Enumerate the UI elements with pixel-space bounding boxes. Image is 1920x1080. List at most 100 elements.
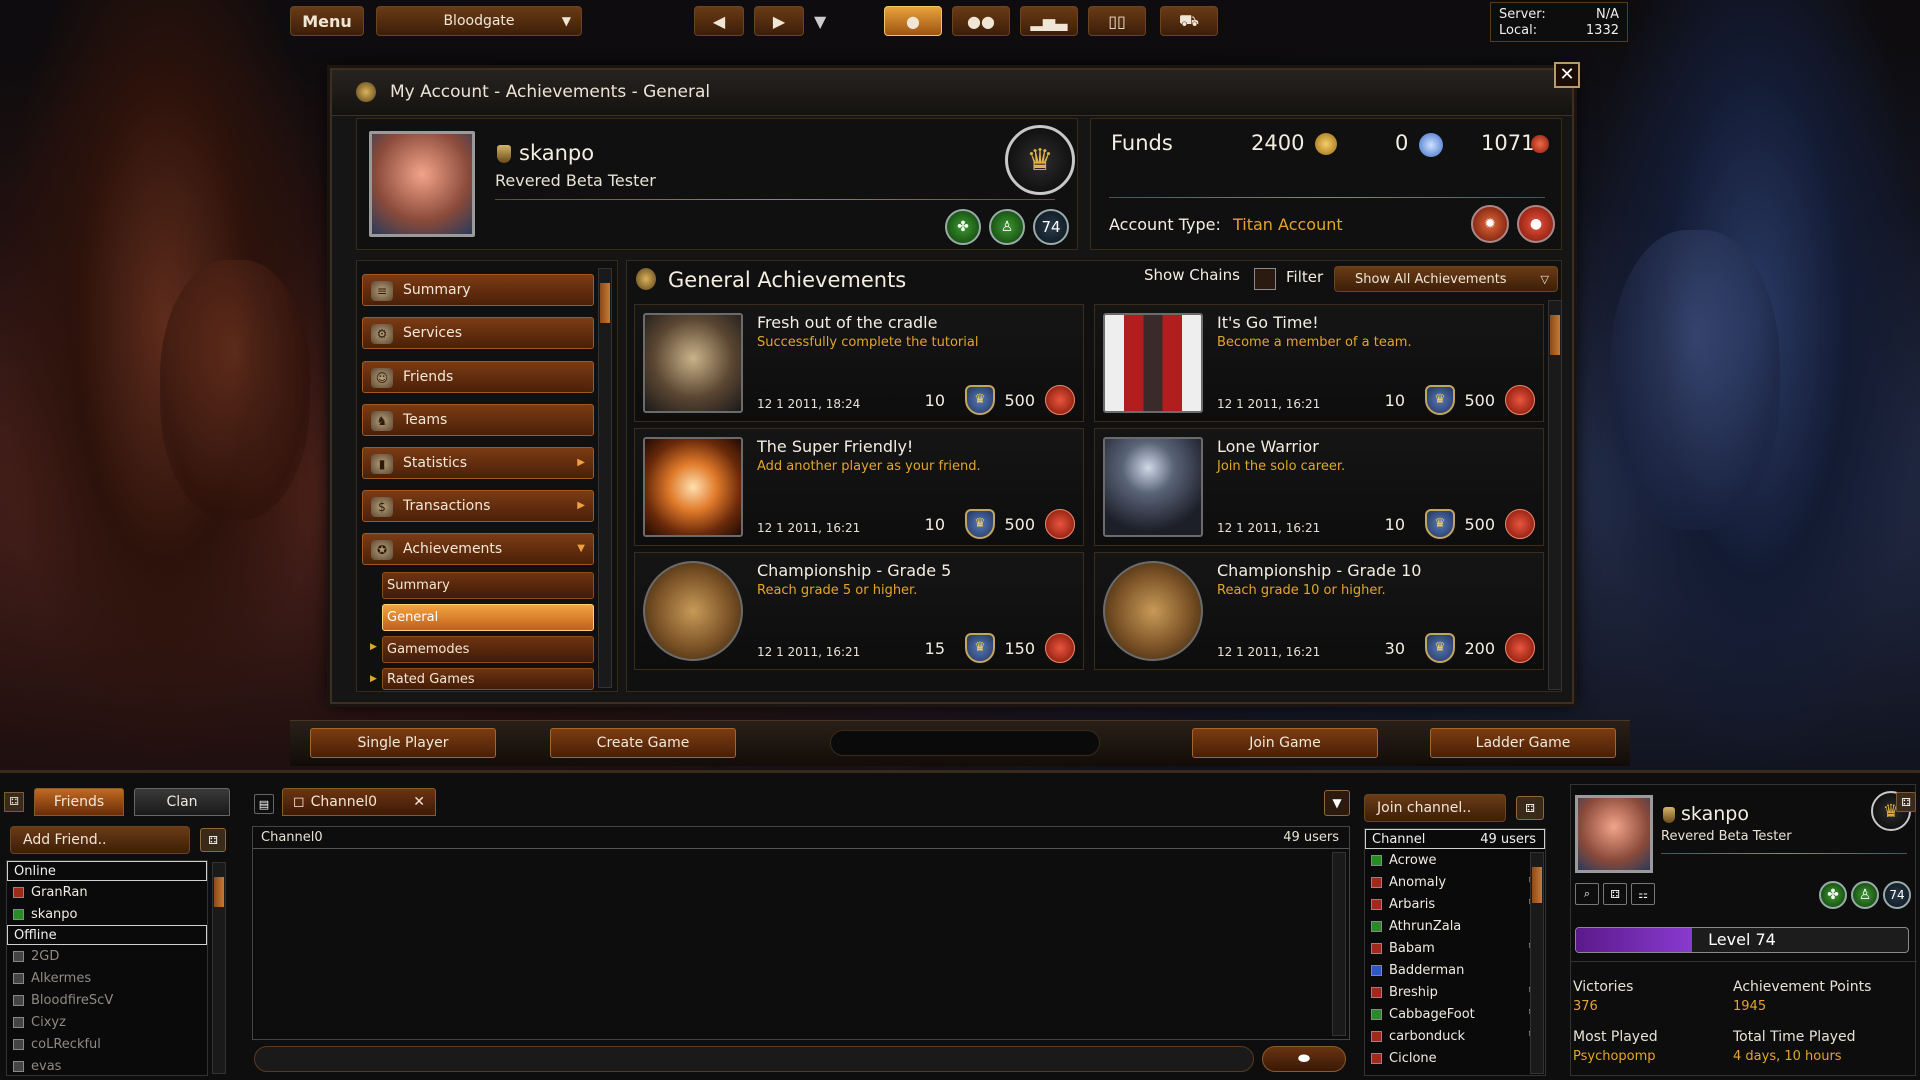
back-button[interactable]: ◀ [694, 6, 744, 36]
status-offline-icon [13, 995, 24, 1006]
chevron-down-icon: ▼ [561, 14, 571, 28]
shop-button[interactable]: ⛟ [1160, 6, 1218, 36]
achievements-scrollbar[interactable] [1548, 300, 1562, 690]
friends-scroll-thumb[interactable] [214, 877, 224, 907]
achievement-reward: 500 [1464, 515, 1495, 534]
achievement-card[interactable]: It's Go Time! Become a member of a team.… [1094, 304, 1544, 422]
send-chat-button[interactable]: ⬬ [1262, 1046, 1346, 1072]
tab-clan[interactable]: Clan [134, 788, 230, 816]
list-item[interactable]: CabbageFoot⛉ [1365, 1003, 1545, 1025]
friend-name: coLReckful [31, 1036, 101, 1052]
nav-sub-gamemodes[interactable]: Gamemodes [382, 636, 594, 663]
speech-bubble-icon: ⬬ [1298, 1051, 1310, 1067]
profile-options-icon[interactable]: ⚃ [1603, 883, 1627, 905]
list-item[interactable]: Anomaly⛉ [1365, 871, 1545, 893]
friends-scrollbar[interactable] [212, 862, 226, 1074]
friend-name: 2GD [31, 948, 60, 964]
nav-sub-general[interactable]: General [382, 604, 594, 631]
achievements-scroll-thumb[interactable] [1550, 315, 1560, 355]
nav-teams[interactable]: ♞ Teams [362, 404, 594, 436]
right-demon-statue [1610, 230, 1780, 530]
channel-settings-icon[interactable]: ⚃ [1516, 796, 1544, 820]
ladder-button[interactable]: ▂▅▃ [1020, 6, 1078, 36]
search-icon[interactable]: ⌕ [1575, 883, 1599, 905]
list-item[interactable]: coLReckful [7, 1033, 207, 1055]
show-chains-checkbox[interactable] [1254, 268, 1276, 290]
clover-icon[interactable]: ✤ [1819, 881, 1847, 909]
tab-channel0[interactable]: ◻ Channel0 ✕ [282, 788, 436, 816]
nav-friends[interactable]: ☺ Friends [362, 361, 594, 393]
list-item[interactable]: BloodfireScV [7, 989, 207, 1011]
nav-statistics[interactable]: ▮ Statistics ▶ [362, 447, 594, 479]
chat-scrollbar[interactable] [1332, 852, 1346, 1036]
list-item[interactable]: Cixyz [7, 1011, 207, 1033]
grid-icon[interactable]: ⚏ [1631, 883, 1655, 905]
nav-label: Summary [403, 282, 471, 298]
nav-achievements[interactable]: ✪ Achievements ▼ [362, 533, 594, 565]
nav-scroll-thumb[interactable] [600, 283, 610, 323]
community-button[interactable]: ●● [952, 6, 1010, 36]
guide-button[interactable]: ▯▯ [1088, 6, 1146, 36]
list-item[interactable]: Acrowe [1365, 849, 1545, 871]
list-item[interactable]: AthrunZala [1365, 915, 1545, 937]
nav-label: Teams [403, 412, 448, 428]
create-game-button[interactable]: Create Game [550, 728, 736, 758]
chat-input[interactable] [254, 1046, 1254, 1072]
forward-button[interactable]: ▶ [754, 6, 804, 36]
close-window-button[interactable]: ✕ [1554, 62, 1580, 88]
tab-friends[interactable]: Friends [34, 788, 124, 816]
player-card-options-icon[interactable]: ⚃ [1896, 792, 1916, 812]
realm-dropdown[interactable]: Bloodgate ▼ [376, 6, 582, 36]
nav-scrollbar[interactable] [598, 268, 612, 688]
add-friend-button[interactable]: Add Friend.. [10, 826, 190, 854]
trophy-icon[interactable]: ♛ [1005, 125, 1075, 195]
clover-icon[interactable]: ✤ [945, 209, 981, 245]
list-item[interactable]: 2GD [7, 945, 207, 967]
list-item[interactable]: GranRan [7, 881, 207, 903]
account-button[interactable]: ● [884, 6, 942, 36]
achievement-card[interactable]: Championship - Grade 10 Reach grade 10 o… [1094, 552, 1544, 670]
ladder-game-button[interactable]: Ladder Game [1430, 728, 1616, 758]
list-item[interactable]: Ciclone [1365, 1047, 1545, 1069]
join-channel-button[interactable]: Join channel.. [1364, 794, 1506, 822]
list-item[interactable]: carbonduck⛉ [1365, 1025, 1545, 1047]
buy-tokens-icon[interactable]: ● [1517, 205, 1555, 243]
friends-options-icon[interactable]: ⚃ [4, 792, 24, 812]
level-badge[interactable]: 74 [1883, 881, 1911, 909]
list-item[interactable]: Breship⛉ [1365, 981, 1545, 1003]
achievement-card[interactable]: Lone Warrior Join the solo career. 12 1 … [1094, 428, 1544, 546]
avatar[interactable] [369, 131, 475, 237]
friend-name: Alkermes [31, 970, 92, 986]
filter-dropdown[interactable]: Show All Achievements ▽ [1334, 266, 1558, 292]
achievement-card[interactable]: Championship - Grade 5 Reach grade 5 or … [634, 552, 1084, 670]
list-item[interactable]: evas [7, 1055, 207, 1077]
buy-coins-icon[interactable]: ✹ [1471, 205, 1509, 243]
close-icon[interactable]: ✕ [413, 794, 425, 810]
list-item[interactable]: Arbaris⛉ [1365, 893, 1545, 915]
menu-button[interactable]: Menu [290, 6, 364, 36]
nav-summary[interactable]: ≡ Summary [362, 274, 594, 306]
nav-transactions[interactable]: $ Transactions ▶ [362, 490, 594, 522]
chat-dropdown-icon[interactable]: ▼ [1324, 790, 1350, 816]
list-item[interactable]: Alkermes [7, 967, 207, 989]
history-dropdown-icon[interactable]: ▼ [814, 12, 826, 31]
chat-list-icon[interactable]: ▤ [254, 794, 274, 814]
nav-services[interactable]: ⚙ Services [362, 317, 594, 349]
single-player-button[interactable]: Single Player [310, 728, 496, 758]
channel-scroll-thumb[interactable] [1532, 867, 1542, 903]
level-badge[interactable]: 74 [1033, 209, 1069, 245]
person-icon[interactable]: ♙ [989, 209, 1025, 245]
avatar[interactable] [1575, 795, 1653, 873]
channel-scrollbar[interactable] [1530, 852, 1544, 1074]
friend-settings-icon[interactable]: ⚃ [200, 828, 226, 852]
nav-sub-summary[interactable]: Summary [382, 572, 594, 599]
list-item[interactable]: Babam⛉ [1365, 937, 1545, 959]
person-icon[interactable]: ♙ [1851, 881, 1879, 909]
list-item[interactable]: Badderman [1365, 959, 1545, 981]
join-game-button[interactable]: Join Game [1192, 728, 1378, 758]
filter-label: Filter [1286, 268, 1324, 286]
nav-sub-rated-games[interactable]: Rated Games [382, 668, 594, 690]
achievement-card[interactable]: The Super Friendly! Add another player a… [634, 428, 1084, 546]
list-item[interactable]: skanpo [7, 903, 207, 925]
achievement-card[interactable]: Fresh out of the cradle Successfully com… [634, 304, 1084, 422]
